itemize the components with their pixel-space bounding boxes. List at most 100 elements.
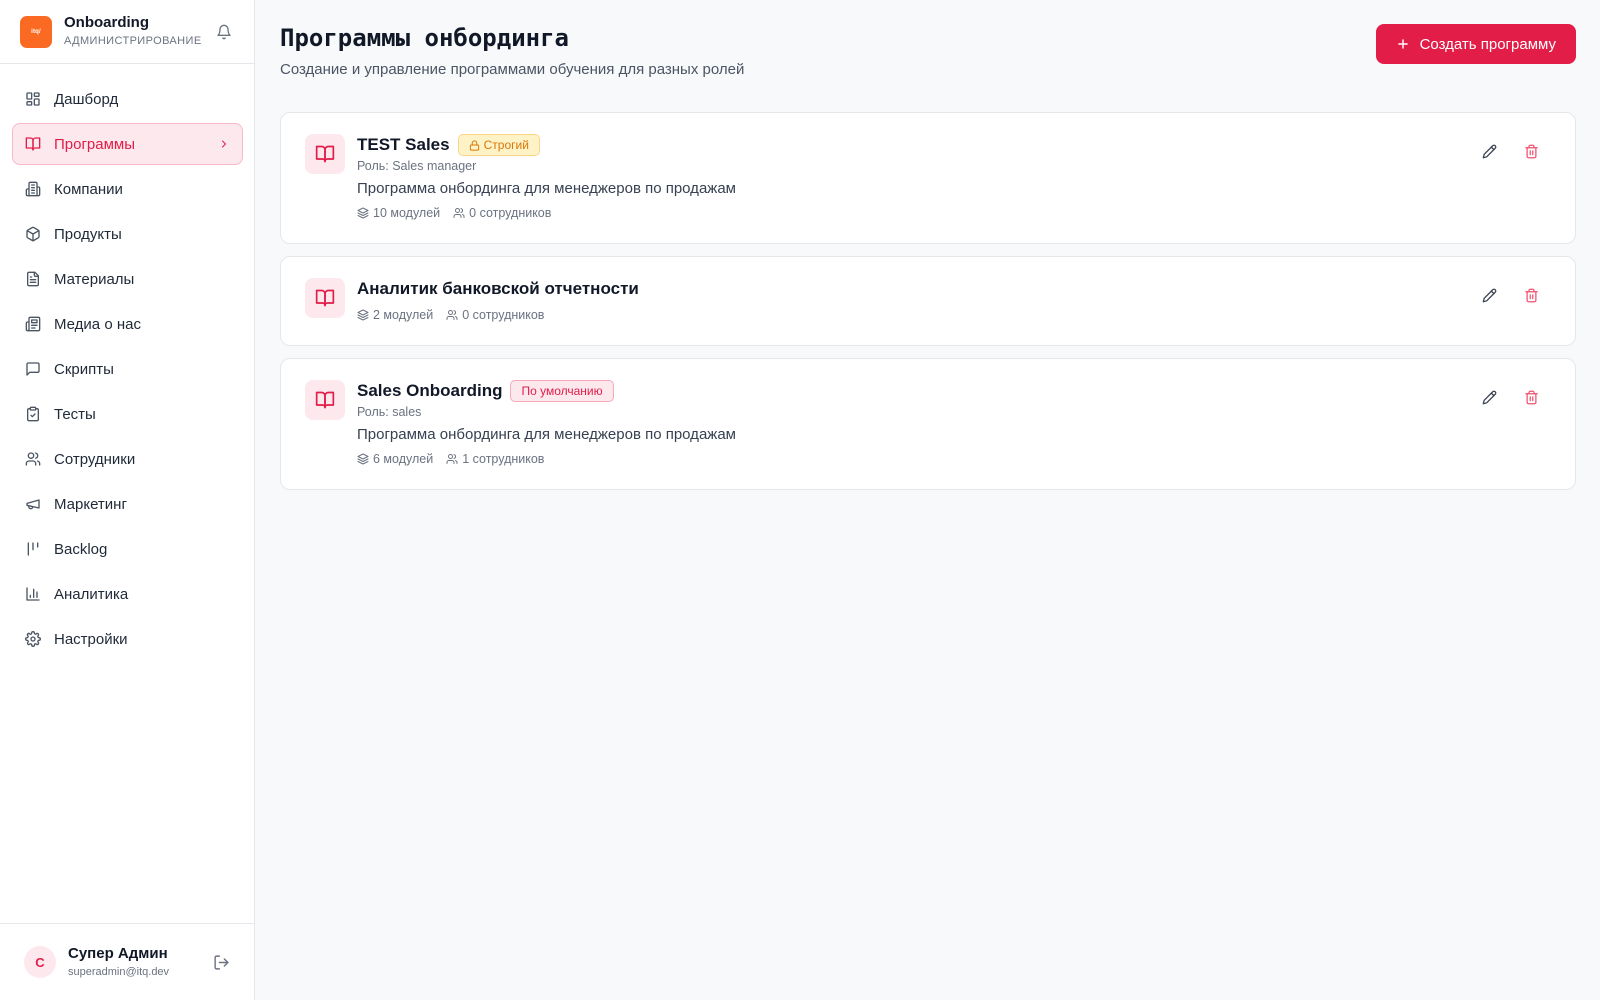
bar-chart-icon <box>25 586 41 602</box>
user-name: Супер Админ <box>68 944 168 962</box>
sidebar-item-label: Маркетинг <box>54 495 127 513</box>
modules-count: 6 модулей <box>357 450 433 468</box>
program-role: Роль: sales <box>357 405 422 419</box>
building-icon <box>25 181 41 197</box>
users-icon <box>25 451 41 467</box>
brand-header: itq/ Onboarding АДМИНИСТРИРОВАНИЕ <box>0 0 254 64</box>
book-icon <box>305 380 345 420</box>
plus-icon <box>1396 37 1410 51</box>
layers-icon <box>357 453 369 465</box>
user-email: superadmin@itq.dev <box>68 965 170 978</box>
sidebar-item-companies[interactable]: Компании <box>12 168 243 210</box>
page-title: Программы онбординга <box>280 24 569 52</box>
create-program-button[interactable]: Создать программу <box>1375 24 1576 64</box>
trash-icon[interactable] <box>1519 283 1543 307</box>
avatar[interactable]: С <box>24 946 56 978</box>
program-card-body: TEST Sales Строгий Роль: Sales manager П… <box>357 134 736 222</box>
main-content: Программы онбординга Создание и управлен… <box>256 0 1600 1000</box>
employees-count: 0 сотрудников <box>453 204 551 222</box>
badge-label: Строгий <box>483 138 529 152</box>
modules-text: 6 модулей <box>373 452 434 466</box>
employees-count: 1 сотрудников <box>446 450 544 468</box>
employees-count: 0 сотрудников <box>446 306 544 324</box>
modules-text: 10 модулей <box>373 206 441 220</box>
program-role: Роль: Sales manager <box>357 159 477 173</box>
sidebar-item-marketing[interactable]: Маркетинг <box>12 483 243 525</box>
package-icon <box>25 226 41 242</box>
book-icon <box>25 136 41 152</box>
edit-icon[interactable] <box>1477 139 1501 163</box>
sidebar-item-label: Компании <box>54 180 123 198</box>
page-subtitle: Создание и управление программами обучен… <box>280 61 745 78</box>
sidebar-item-analytics[interactable]: Аналитика <box>12 573 243 615</box>
trash-icon[interactable] <box>1519 385 1543 409</box>
sidebar-item-label: Медиа о нас <box>54 315 141 333</box>
sidebar-item-label: Аналитика <box>54 585 129 603</box>
sidebar-item-label: Настройки <box>54 630 128 648</box>
modules-text: 2 модулей <box>373 308 434 322</box>
app-subtitle: АДМИНИСТРИРОВАНИЕ <box>64 35 202 47</box>
modules-count: 10 модулей <box>357 204 440 222</box>
sidebar-item-employees[interactable]: Сотрудники <box>12 438 243 480</box>
program-title: Аналитик банковской отчетности <box>357 279 639 298</box>
message-square-icon <box>25 361 41 377</box>
sidebar-item-tests[interactable]: Тесты <box>12 393 243 435</box>
strict-badge: Строгий <box>457 134 540 156</box>
program-meta: 10 модулей 0 сотрудников <box>357 204 736 222</box>
users-icon <box>453 207 465 219</box>
sidebar-item-label: Материалы <box>54 270 135 288</box>
employees-text: 0 сотрудников <box>469 206 552 220</box>
backlog-icon <box>25 541 41 557</box>
edit-icon[interactable] <box>1477 283 1501 307</box>
employees-text: 0 сотрудников <box>462 308 545 322</box>
bell-icon[interactable] <box>214 22 234 42</box>
settings-icon <box>25 631 41 647</box>
program-card[interactable]: Sales Onboarding По умолчанию Роль: sale… <box>280 358 1576 490</box>
program-actions <box>1459 139 1543 163</box>
sidebar-item-label: Дашборд <box>54 90 119 108</box>
user-panel: С Супер Админ superadmin@itq.dev <box>0 923 255 1000</box>
file-text-icon <box>25 271 41 287</box>
program-meta: 2 модулей 0 сотрудников <box>357 306 639 324</box>
sidebar-item-materials[interactable]: Материалы <box>12 258 243 300</box>
sidebar-item-products[interactable]: Продукты <box>12 213 243 255</box>
program-card[interactable]: TEST Sales Строгий Роль: Sales manager П… <box>280 112 1576 244</box>
layers-icon <box>357 207 369 219</box>
trash-icon[interactable] <box>1519 139 1543 163</box>
sidebar-item-label: Скрипты <box>54 360 114 378</box>
app-title: Onboarding <box>64 14 149 31</box>
app-logo[interactable]: itq/ <box>20 15 52 48</box>
program-meta: 6 модулей 1 сотрудников <box>357 450 736 468</box>
sidebar-item-label: Сотрудники <box>54 450 136 468</box>
program-actions <box>1459 283 1543 307</box>
lock-icon <box>469 139 480 151</box>
default-badge: По умолчанию <box>510 380 614 402</box>
program-card-body: Sales Onboarding По умолчанию Роль: sale… <box>357 380 736 468</box>
users-icon <box>446 453 458 465</box>
sidebar-item-label: Программы <box>54 135 136 153</box>
program-card-body: Аналитик банковской отчетности 2 модулей… <box>357 278 639 324</box>
employees-text: 1 сотрудников <box>462 452 545 466</box>
logo-text: itq/ <box>31 28 41 35</box>
sidebar: itq/ Onboarding АДМИНИСТРИРОВАНИЕ Дашбор… <box>0 0 255 1000</box>
program-description: Программа онбординга для менеджеров по п… <box>357 426 736 443</box>
program-title: TEST Sales <box>357 135 450 154</box>
edit-icon[interactable] <box>1477 385 1501 409</box>
program-description: Программа онбординга для менеджеров по п… <box>357 180 736 197</box>
sidebar-item-scripts[interactable]: Скрипты <box>12 348 243 390</box>
sidebar-item-dashboard[interactable]: Дашборд <box>12 78 243 120</box>
layers-icon <box>357 309 369 321</box>
sidebar-item-media[interactable]: Медиа о нас <box>12 303 243 345</box>
newspaper-icon <box>25 316 41 332</box>
sidebar-item-programs[interactable]: Программы <box>12 123 243 165</box>
sidebar-item-backlog[interactable]: Backlog <box>12 528 243 570</box>
create-program-label: Создать программу <box>1419 35 1556 53</box>
sidebar-item-settings[interactable]: Настройки <box>12 618 243 660</box>
logout-icon[interactable] <box>211 952 231 972</box>
program-card[interactable]: Аналитик банковской отчетности 2 модулей… <box>280 256 1576 346</box>
book-icon <box>305 134 345 174</box>
user-info: Супер Админ superadmin@itq.dev <box>68 945 211 980</box>
megaphone-icon <box>25 496 41 512</box>
sidebar-item-label: Backlog <box>54 540 108 558</box>
program-actions <box>1459 385 1543 409</box>
